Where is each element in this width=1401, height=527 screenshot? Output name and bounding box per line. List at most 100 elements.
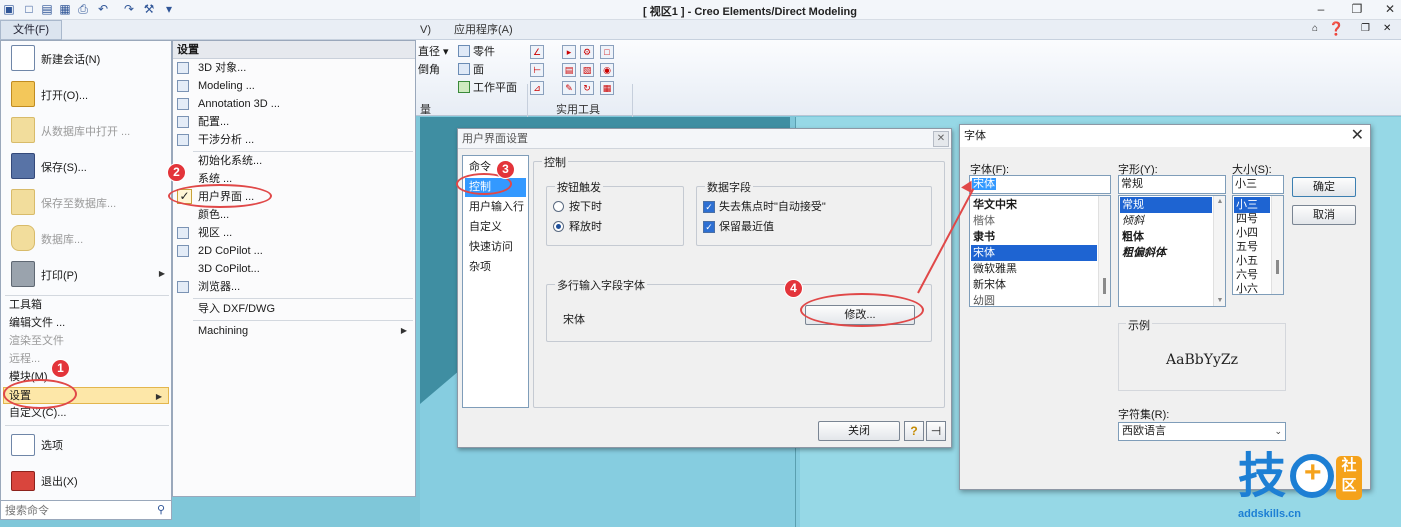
style-list-scrollbar[interactable]: ▲ ▼ [1213,196,1225,306]
image-icon[interactable]: ▧ [580,63,594,77]
submenu-item-3d-objects[interactable]: 3D 对象... [177,59,413,77]
list-item[interactable]: 宋体 [971,245,1097,261]
redo-icon[interactable]: ↷ [122,2,136,16]
save-icon[interactable]: ▦ [58,2,72,16]
radio-on-release[interactable]: 释放时 [553,219,602,235]
diameter-button[interactable]: 直径 ▾ [418,44,449,60]
chamfer-button[interactable]: 倒角 [418,62,440,78]
font-size-input[interactable]: 小三 [1232,175,1284,194]
edit-file-item[interactable]: 编辑文件 ... [9,315,169,332]
open-folder-icon[interactable]: ▤ [40,2,54,16]
face-button[interactable]: 面 [458,62,484,78]
database-item[interactable]: 数据库... [1,221,171,257]
list-item[interactable]: 华文中宋 [971,197,1097,213]
list-item[interactable]: 楷体 [971,213,1097,229]
measure-distance-icon[interactable]: ⊢ [530,63,544,77]
command-search-input[interactable] [3,503,151,518]
list-item[interactable]: 粗偏斜体 [1120,245,1212,261]
submenu-item-annotation-3d[interactable]: Annotation 3D ... [177,95,413,113]
part-button[interactable]: 零件 [458,44,495,60]
submenu-item-colors[interactable]: 颜色... [177,206,413,224]
customize-quick-access-icon[interactable]: ▾ [162,2,176,16]
scroll-thumb[interactable] [1276,260,1279,274]
list-item[interactable]: 小六 [1234,281,1270,294]
submenu-item-import-dxf[interactable]: 导入 DXF/DWG [177,300,413,318]
tab-view[interactable]: V) [412,22,439,39]
help-icon[interactable]: ? [904,421,924,441]
nav-item-misc[interactable]: 杂项 [465,258,526,277]
submenu-item-machining[interactable]: Machining ▶ [177,322,413,340]
save-to-database-item[interactable]: 保存至数据库... [1,185,171,221]
charset-select[interactable]: 西欧语言 ⌄ [1118,422,1286,441]
list-item[interactable]: 倾斜 [1120,213,1212,229]
submenu-item-browser[interactable]: 浏览器... [177,278,413,296]
file-tab[interactable]: 文件(F) [0,20,62,40]
list-item[interactable]: 隶书 [971,229,1097,245]
tools-icon[interactable]: ⚒ [142,2,156,16]
exit-item[interactable]: 退出(X) [1,463,171,499]
list-item[interactable]: 幼圆 [971,293,1097,306]
nav-item-quick-access[interactable]: 快速访问 [465,238,526,257]
toolbox-item[interactable]: 工具箱 [9,297,169,314]
close-doc-icon[interactable]: ✕ [1383,23,1391,34]
nav-item-user-input-line[interactable]: 用户输入行 [465,198,526,217]
minimize-button[interactable]: ‒ [1312,2,1330,17]
new-file-icon[interactable]: □ [22,2,36,16]
dialog-close-icon[interactable]: ✕ [933,131,949,147]
checkbox-auto-accept[interactable]: ✓ 失去焦点时"自动接受" [703,199,826,215]
submenu-item-interference[interactable]: 干涉分析 ... [177,131,413,149]
measure-radius-icon[interactable]: ⊿ [530,81,544,95]
nav-item-customize[interactable]: 自定义 [465,218,526,237]
restore-button[interactable]: ❐ [1348,2,1366,17]
save-item[interactable]: 保存(S)... [1,149,171,185]
list-item[interactable]: 微软雅黑 [971,261,1097,277]
font-name-input[interactable]: 宋体 [969,175,1111,194]
restore-doc-icon[interactable]: ❐ [1361,23,1370,34]
scroll-up-icon[interactable]: ▲ [1216,198,1224,205]
print-preview-icon[interactable]: ⎙ [76,2,90,16]
pointer-icon[interactable]: ▸ [562,45,576,59]
submenu-item-3d-copilot[interactable]: 3D CoPilot... [177,260,413,278]
list-item[interactable]: 常规 [1120,197,1212,213]
measure-angle-icon[interactable]: ∠ [530,45,544,59]
submenu-item-2d-copilot[interactable]: 2D CoPilot ... [177,242,413,260]
submenu-item-init-system[interactable]: 初始化系统... [177,152,413,170]
tab-applications[interactable]: 应用程序(A) [446,22,521,39]
help-icon[interactable]: ❓ [1328,21,1344,37]
submenu-item-viewport[interactable]: 视区 ... [177,224,413,242]
font-style-input[interactable]: 常规 [1118,175,1226,194]
undo-icon[interactable]: ↶ [96,2,110,16]
close-icon[interactable]: ✕ [1351,127,1364,145]
scroll-down-icon[interactable]: ▼ [1216,297,1224,304]
calculator-icon[interactable]: ▦ [600,81,614,95]
open-item[interactable]: 打开(O)... [1,77,171,113]
cancel-button[interactable]: 取消 [1292,205,1356,225]
table-icon[interactable]: ▤ [562,63,576,77]
app-icon[interactable]: ▣ [2,2,16,16]
view-icon[interactable]: ◉ [600,63,614,77]
submenu-item-configuration[interactable]: 配置... [177,113,413,131]
open-from-database-item[interactable]: 从数据库中打开 ... [1,113,171,149]
remote-item[interactable]: 远程... [9,351,169,368]
radio-on-press[interactable]: 按下时 [553,199,602,215]
font-list-scrollbar[interactable] [1098,196,1110,306]
rotate-icon[interactable]: ↻ [580,81,594,95]
render-to-file-item[interactable]: 渲染至文件 [9,333,169,350]
list-item[interactable]: 新宋体 [971,277,1097,293]
print-item[interactable]: 打印(P) ▶ [1,257,171,293]
transform-icon[interactable]: ⚙ [580,45,594,59]
edit-icon[interactable]: ✎ [562,81,576,95]
close-button[interactable]: 关闭 [818,421,900,441]
options-item[interactable]: 选项 [1,427,171,463]
checkbox-keep-recent[interactable]: ✓ 保留最近值 [703,219,774,235]
search-icon[interactable]: ⚲ [157,503,165,516]
scroll-thumb[interactable] [1103,278,1106,294]
workplane-button[interactable]: 工作平面 [458,80,517,96]
size-list-scrollbar[interactable] [1271,196,1283,294]
frame-icon[interactable]: □ [600,45,614,59]
ok-button[interactable]: 确定 [1292,177,1356,197]
submenu-item-modeling[interactable]: Modeling ... [177,77,413,95]
new-session-item[interactable]: 新建会话(N) [1,41,171,77]
list-item[interactable]: 粗体 [1120,229,1212,245]
pin-icon[interactable]: ⊣ [926,421,946,441]
